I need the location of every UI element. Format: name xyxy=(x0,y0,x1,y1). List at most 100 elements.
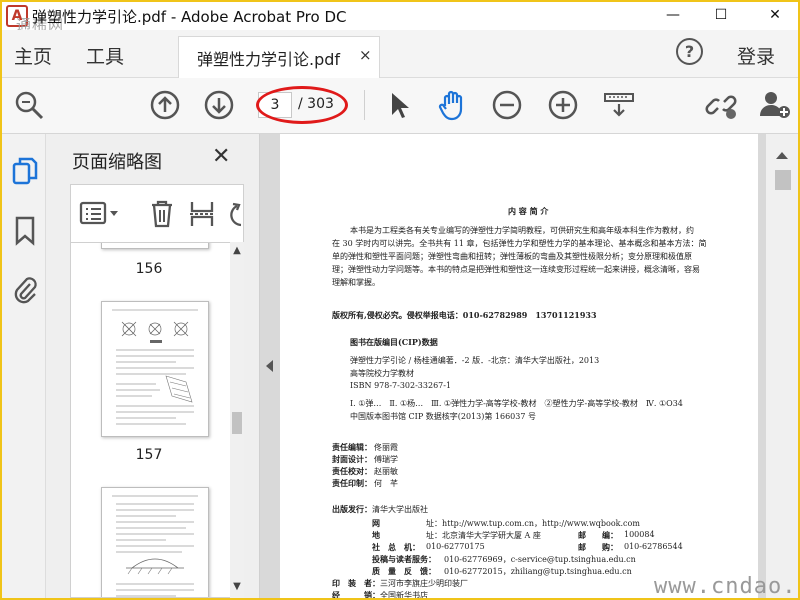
attachment-icon[interactable] xyxy=(12,274,38,304)
contact-label: 地 xyxy=(372,530,380,540)
cip-line: Ⅰ. ①弹… Ⅱ. ①杨… Ⅲ. ①弹性力学-高等学校-教材 ②塑性力学-高等学… xyxy=(350,399,683,408)
zoom-out-icon[interactable] xyxy=(490,88,524,122)
thumbnail-page-graphics xyxy=(112,495,198,597)
page-heading: 内 容 简 介 xyxy=(508,206,549,216)
zoom-search-icon[interactable] xyxy=(12,88,46,122)
summary-line: 理；弹塑性动力学问题等。本书的特点是把弹性和塑性这一连续变形过程统一起来讲授，概… xyxy=(332,265,700,274)
thumbnail-page-graphics xyxy=(112,309,198,425)
contact-label: 邮 购： xyxy=(578,542,618,552)
cip-line: 中国版本图书馆 CIP 数据核字(2013)第 166037 号 xyxy=(350,412,536,421)
contact-value: 址：北京清华大学学研大厦 A 座 xyxy=(426,531,541,540)
zoom-in-icon[interactable] xyxy=(546,88,580,122)
editor-name: 何 芊 xyxy=(374,479,398,488)
thumbnail-page-157[interactable] xyxy=(101,301,209,437)
contact-label: 邮 编： xyxy=(578,530,618,540)
close-panel-button[interactable]: ✕ xyxy=(212,144,230,169)
contact-value: 010-62772015，zhiliang@tup.tsinghua.edu.c… xyxy=(444,567,632,576)
printer-name: 三河市李旗庄少明印装厂 xyxy=(380,579,468,588)
scroll-down-icon[interactable]: ▼ xyxy=(230,582,244,592)
thumbnail-toolbar xyxy=(70,184,244,242)
hand-tool-icon[interactable] xyxy=(436,88,470,122)
scroll-up-icon[interactable]: ▲ xyxy=(230,246,244,256)
editor-name: 赵丽敏 xyxy=(374,467,398,476)
contact-label: 质 量 反 馈： xyxy=(372,566,436,576)
select-arrow-icon[interactable] xyxy=(382,88,416,122)
panel-title: 页面缩略图 xyxy=(72,152,162,173)
document-view: 内 容 简 介 本书是为工程类各有关专业编写的弹塑性力学简明教程，可供研究生和高… xyxy=(260,134,798,598)
editor-name: 佟丽霞 xyxy=(374,443,398,452)
editor-role: 责任编辑： xyxy=(332,442,372,452)
close-window-button[interactable]: ✕ xyxy=(752,2,798,30)
next-page-icon[interactable] xyxy=(202,88,236,122)
contact-value: 100084 xyxy=(624,530,655,539)
summary-line: 在 30 学时内可以讲完。全书共有 11 章，包括弹性力学和塑性力学的基本理论、… xyxy=(332,239,707,248)
distributor-label: 经 销： xyxy=(332,590,380,598)
login-button[interactable]: 登录 xyxy=(737,42,775,69)
publisher-label: 出版发行： xyxy=(332,504,372,514)
editor-role: 责任校对： xyxy=(332,466,372,476)
scroll-thumb[interactable] xyxy=(775,170,791,190)
bookmark-icon[interactable] xyxy=(14,216,36,246)
summary-line: 理解和掌握。 xyxy=(332,278,380,287)
printer-label: 印 装 者： xyxy=(332,578,380,588)
chevron-left-icon xyxy=(266,360,273,372)
cip-line: 弹塑性力学引论 / 杨桂通编著．-2 版．-北京：清华大学出版社，2013 xyxy=(350,356,600,365)
pdf-page: 内 容 简 介 本书是为工程类各有关专业编写的弹塑性力学简明教程，可供研究生和高… xyxy=(280,134,758,598)
collapse-panel-button[interactable] xyxy=(260,134,280,598)
rotate-page-icon[interactable] xyxy=(225,199,244,229)
editor-role: 责任印制： xyxy=(332,478,372,488)
thumbnail-options-icon[interactable] xyxy=(79,201,123,227)
tab-bar: 主页 工具 弹塑性力学引论.pdf × ? 登录 xyxy=(2,30,798,78)
contact-label: 社 总 机： xyxy=(372,542,420,552)
help-icon[interactable]: ? xyxy=(676,38,703,65)
contact-value: 址：http://www.tup.com.cn，http://www.wqboo… xyxy=(426,519,640,528)
delete-page-icon[interactable] xyxy=(149,199,175,229)
window-title: 弹塑性力学引论.pdf - Adobe Acrobat Pro DC xyxy=(32,8,347,26)
close-tab-button[interactable]: × xyxy=(359,46,372,64)
share-link-icon[interactable] xyxy=(704,88,738,122)
page-thumbnails-icon[interactable] xyxy=(12,156,38,186)
tab-home[interactable]: 主页 xyxy=(14,42,52,69)
scroll-up-icon[interactable] xyxy=(776,152,788,159)
publisher-name: 清华大学出版社 xyxy=(372,505,428,514)
extract-page-icon[interactable] xyxy=(189,199,215,229)
thumbnail-label: 157 xyxy=(135,447,163,463)
site-watermark-bottom: www.cndao.com xyxy=(654,574,798,598)
page-display-icon[interactable] xyxy=(602,88,636,122)
thumbnail-scrollbar[interactable]: ▲ ▼ xyxy=(230,242,244,598)
thumbnails-panel: 页面缩略图 ✕ 156 157 ▲ ▼ xyxy=(46,134,260,598)
distributor-name: 全国新华书店 xyxy=(380,591,428,598)
copyright-notice: 版权所有,侵权必究。侵权举报电话：010-62782989 1370112193… xyxy=(332,310,597,320)
add-user-icon[interactable] xyxy=(758,88,792,122)
document-tab-label: 弹塑性力学引论.pdf xyxy=(197,50,341,69)
acrobat-window: A 通稀网 弹塑性力学引论.pdf - Adobe Acrobat Pro DC… xyxy=(2,2,798,598)
toolbar: 3 / 303 xyxy=(2,78,798,134)
previous-page-icon[interactable] xyxy=(148,88,182,122)
contact-label: 投稿与读者服务： xyxy=(372,554,436,564)
toolbar-divider xyxy=(364,90,365,120)
document-scrollbar[interactable] xyxy=(766,134,798,598)
minimize-button[interactable]: — xyxy=(650,2,696,30)
maximize-button[interactable]: ☐ xyxy=(698,2,744,30)
summary-line: 本书是为工程类各有关专业编写的弹塑性力学简明教程，可供研究生和高年级本科生作为教… xyxy=(350,226,694,235)
cip-line: ISBN 978-7-302-33267-1 xyxy=(350,381,452,390)
title-bar: A 通稀网 弹塑性力学引论.pdf - Adobe Acrobat Pro DC… xyxy=(2,2,798,34)
thumbnail-label: 156 xyxy=(135,261,163,277)
tab-document[interactable]: 弹塑性力学引论.pdf × xyxy=(178,36,380,78)
editor-name: 傅瑞学 xyxy=(374,455,398,464)
contact-label: 网 xyxy=(372,518,380,528)
scroll-thumb[interactable] xyxy=(232,412,242,434)
thumbnail-page-155[interactable] xyxy=(101,243,209,249)
thumbnail-page-158[interactable] xyxy=(101,487,209,597)
summary-line: 单的弹性和塑性平面问题；弹塑性弯曲和扭转；弹性薄板的弯曲及其塑性极限分析；变分原… xyxy=(332,252,692,261)
page-highlight-ring xyxy=(256,86,348,124)
contact-value: 010-62776969，c-service@tup.tsinghua.edu.… xyxy=(444,555,636,564)
tab-tools[interactable]: 工具 xyxy=(86,42,124,69)
editor-role: 封面设计： xyxy=(332,454,372,464)
contact-value: 010-62770175 xyxy=(426,542,485,551)
contact-value: 010-62786544 xyxy=(624,542,683,551)
navigation-rail xyxy=(2,134,46,598)
thumbnail-list: 156 157 xyxy=(70,242,244,598)
cip-line: 高等院校力学教材 xyxy=(350,369,414,378)
cip-title: 图书在版编目(CIP)数据 xyxy=(350,337,438,347)
